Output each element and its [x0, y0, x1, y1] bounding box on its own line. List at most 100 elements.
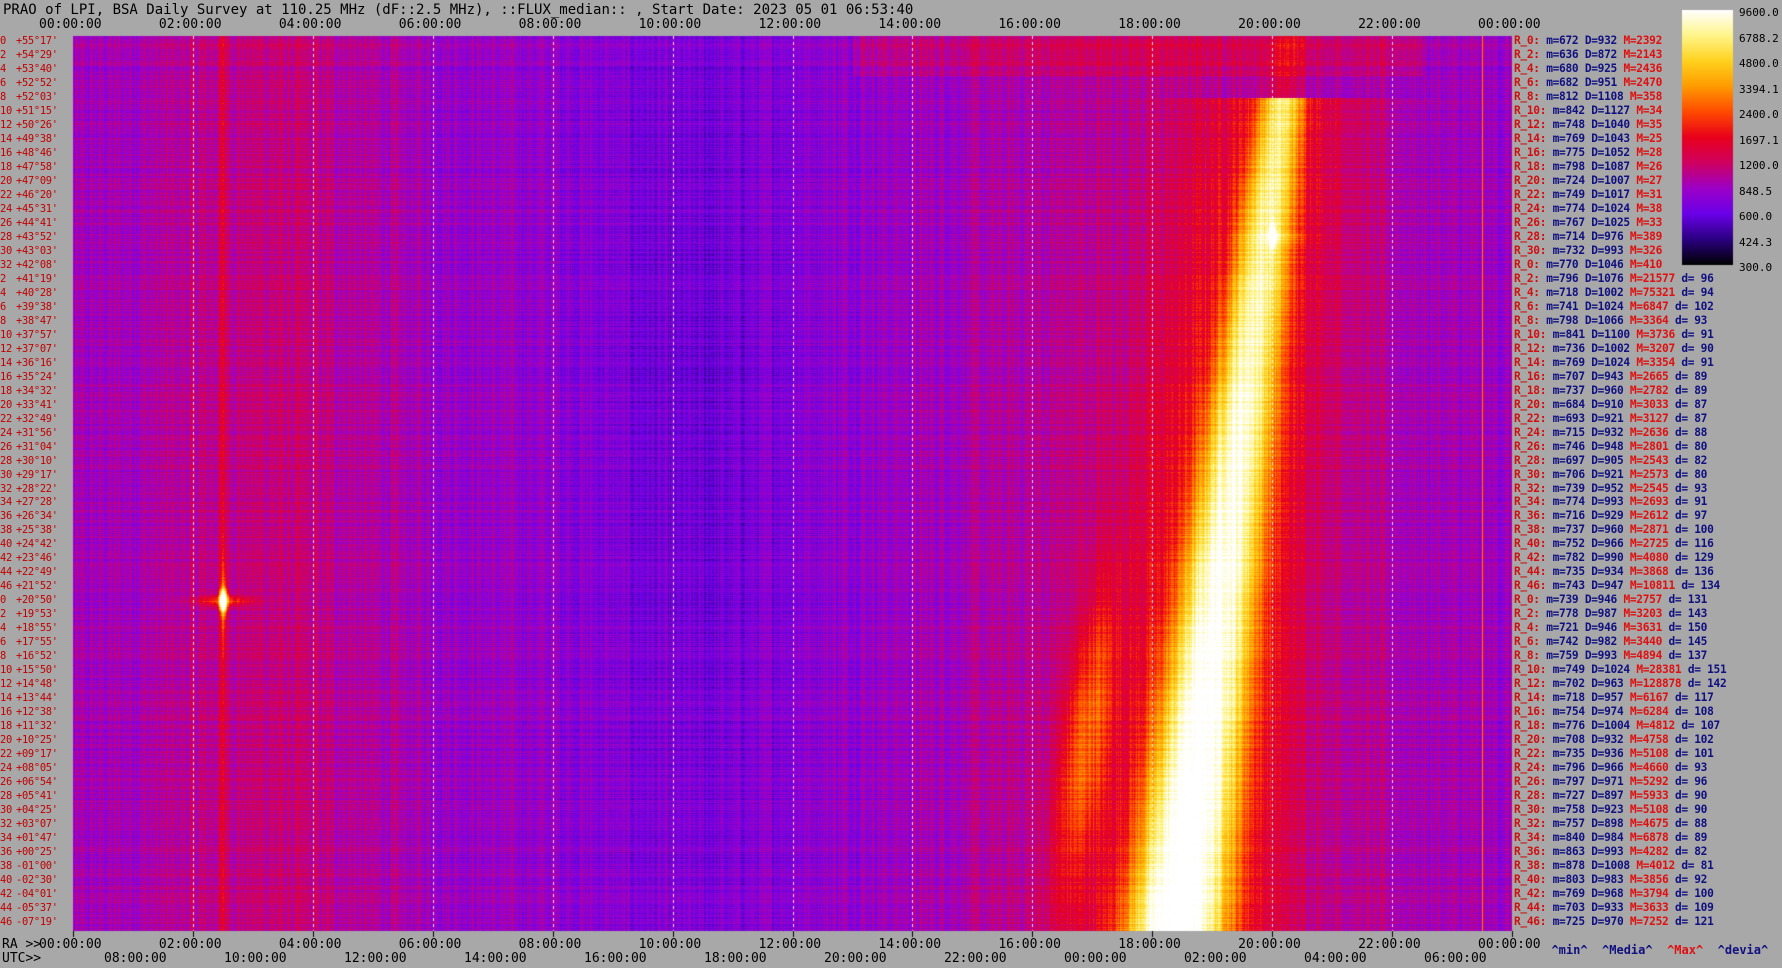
declination-label: 2 +54°29' — [0, 49, 58, 61]
stats-row: R_34: m=774 D=993 M=2693 d= 91 — [1514, 495, 1707, 508]
stats-m-value: M=2871 — [1629, 523, 1669, 537]
declination-value: +14°48' — [16, 678, 58, 691]
stats-d-value: D=936 — [1591, 747, 1624, 761]
declination-index: 8 — [0, 650, 6, 663]
top-axis-tick: 00:00:00 — [39, 17, 102, 32]
stats-row: R_30: m=758 D=923 M=5108 d= 90 — [1514, 803, 1707, 816]
stats-m-value: m=749 — [1552, 187, 1585, 201]
declination-value: +33°41' — [16, 398, 58, 411]
declination-label: 30 +43°03' — [0, 245, 58, 257]
stats-m-value: m=715 — [1552, 425, 1585, 439]
declination-label: 12 +37°07' — [0, 343, 58, 355]
stats-m-value: M=3633 — [1629, 901, 1669, 915]
stats-dd-value: d= 131 — [1668, 593, 1708, 607]
stats-m-value: M=35 — [1636, 117, 1663, 131]
stats-m-value: M=4080 — [1629, 551, 1669, 565]
top-axis-tick: 06:00:00 — [398, 17, 462, 32]
stats-m-value: m=754 — [1552, 705, 1585, 719]
stats-d-value: D=933 — [1591, 901, 1624, 915]
stats-m-value: M=2725 — [1629, 537, 1669, 551]
declination-value: -07°19' — [16, 916, 58, 929]
stats-lab-value: R_2: — [1514, 47, 1540, 61]
stats-legend: ^min^ ^Media^ ^Max^ ^devia^ — [1537, 929, 1768, 957]
declination-index: 18 — [0, 384, 12, 397]
declination-index: 38 — [0, 524, 12, 537]
stats-d-value: D=993 — [1591, 495, 1624, 509]
stats-dd-value: d= 87 — [1674, 397, 1708, 411]
stats-row: R_4: m=680 D=925 M=2436 — [1514, 62, 1669, 75]
stats-row: R_12: m=736 D=1002 M=3207 d= 90 — [1514, 342, 1714, 355]
declination-label: 24 +08°05' — [0, 762, 58, 774]
stats-row: R_30: m=732 D=993 M=326 — [1514, 244, 1669, 257]
declination-label: 0 +20°50' — [0, 594, 58, 606]
stats-m-value: m=684 — [1552, 397, 1585, 411]
declination-index: 36 — [0, 846, 12, 859]
stats-row: R_46: m=743 D=947 M=10811 d= 134 — [1514, 579, 1720, 592]
stats-m-value: M=3736 — [1636, 327, 1675, 341]
stats-m-value: m=767 — [1552, 215, 1585, 229]
stats-row: R_20: m=724 D=1007 M=27 — [1514, 174, 1669, 187]
utc-axis-tick: 18:00:00 — [704, 951, 767, 966]
declination-index: 36 — [0, 510, 12, 523]
stats-lab-value: R_28: — [1514, 229, 1547, 243]
stats-row: R_16: m=754 D=974 M=6284 d= 108 — [1514, 705, 1714, 718]
declination-label: 10 +37°57' — [0, 329, 58, 341]
stats-m-value: m=841 — [1552, 327, 1585, 341]
declination-index: 22 — [0, 412, 12, 425]
declination-value: +28°22' — [16, 482, 58, 495]
declination-value: +00°25' — [16, 846, 58, 859]
stats-row: R_4: m=718 D=1002 M=75321 d= 94 — [1514, 286, 1714, 299]
stats-m-value: m=739 — [1552, 481, 1585, 495]
stats-lab-value: R_30: — [1514, 803, 1547, 817]
stats-dd-value: d= 109 — [1674, 901, 1714, 915]
stats-m-value: M=3207 — [1636, 341, 1675, 355]
stats-m-value: M=6167 — [1629, 691, 1669, 705]
stats-m-value: m=749 — [1552, 663, 1585, 677]
stats-lab-value: R_22: — [1514, 411, 1547, 425]
declination-index: 6 — [0, 636, 6, 649]
declination-value: +20°50' — [16, 594, 58, 607]
ra-axis-tick: 10:00:00 — [638, 937, 702, 952]
stats-m-value: m=682 — [1546, 75, 1579, 89]
stats-row: R_24: m=774 D=1024 M=38 — [1514, 202, 1669, 215]
declination-index: 42 — [0, 552, 12, 565]
stats-m-value: m=718 — [1546, 285, 1579, 299]
stats-lab-value: R_24: — [1514, 425, 1547, 439]
stats-lab-value: R_16: — [1514, 145, 1547, 159]
ra-axis-tick: 22:00:00 — [1358, 937, 1421, 952]
stats-m-value: m=758 — [1552, 803, 1585, 817]
stats-d-value: D=993 — [1591, 845, 1624, 859]
ra-axis-tick: 16:00:00 — [998, 937, 1061, 952]
stats-row: R_4: m=721 D=946 M=3631 d= 150 — [1514, 621, 1707, 634]
ra-axis-tick: 20:00:00 — [1238, 937, 1301, 952]
stats-dd-value: d= 91 — [1681, 327, 1714, 341]
declination-label: 4 +40°28' — [0, 287, 58, 299]
stats-lab-value: R_42: — [1514, 551, 1547, 565]
stats-row: R_36: m=716 D=929 M=2612 d= 97 — [1514, 509, 1707, 522]
declination-value: +17°55' — [16, 636, 58, 649]
declination-value: +38°47' — [16, 314, 58, 327]
declination-index: 38 — [0, 860, 12, 873]
stats-row: R_40: m=752 D=966 M=2725 d= 116 — [1514, 537, 1714, 550]
declination-label: 44 -05°37' — [0, 902, 58, 914]
stats-row: R_38: m=737 D=960 M=2871 d= 100 — [1514, 523, 1714, 536]
stats-dd-value: d= 90 — [1674, 789, 1708, 803]
stats-m-value: M=5933 — [1629, 789, 1669, 803]
declination-value: -04°01' — [16, 888, 58, 901]
stats-d-value: D=1087 — [1591, 159, 1630, 173]
declination-index: 12 — [0, 342, 12, 355]
colorbar-tick-label: 2400.0 — [1739, 108, 1779, 121]
declination-value: +48°46' — [16, 146, 58, 159]
stats-m-value: M=2436 — [1623, 61, 1663, 75]
stats-row: R_0: m=770 D=1046 M=410 — [1514, 258, 1669, 271]
declination-value: +09°17' — [16, 748, 58, 761]
declination-label: 20 +47°09' — [0, 175, 58, 187]
declination-value: +51°15' — [16, 104, 58, 117]
stats-d-value: D=925 — [1584, 61, 1617, 75]
declination-index: 20 — [0, 174, 12, 187]
declination-label: 36 +26°34' — [0, 510, 58, 522]
legend-devia: ^devia^ — [1717, 943, 1769, 957]
stats-row: R_8: m=759 D=993 M=4894 d= 137 — [1514, 649, 1707, 662]
stats-d-value: D=966 — [1591, 761, 1624, 775]
declination-index: 20 — [0, 734, 12, 747]
